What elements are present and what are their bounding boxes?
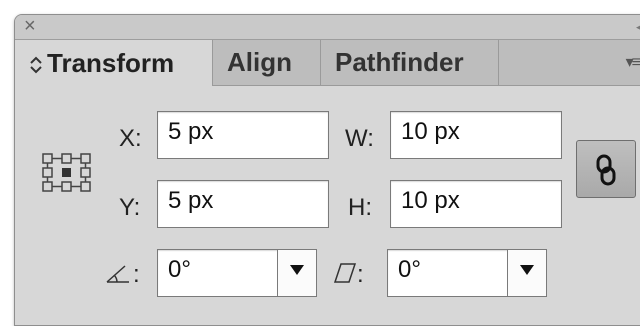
x-label: X:	[119, 125, 142, 152]
up-down-arrows-icon	[29, 52, 43, 74]
chain-link-icon	[596, 154, 616, 186]
close-icon[interactable]: ×	[24, 16, 36, 36]
double-chevron-left-icon[interactable]: ◂◂	[636, 19, 640, 35]
tab-transform[interactable]: Transform	[15, 40, 213, 86]
rotate-value: 0°	[168, 256, 191, 283]
rotate-label: :	[133, 261, 140, 288]
constrain-proportions-button[interactable]	[576, 140, 636, 198]
tab-label: Align	[227, 47, 292, 77]
shear-label: :	[357, 261, 364, 288]
transform-panel: × ◂◂ Transform Align Pathfinder ▾≡	[14, 14, 640, 326]
shear-value: 0°	[398, 256, 421, 283]
tab-align[interactable]: Align	[213, 40, 321, 85]
h-label: H:	[348, 194, 372, 221]
shear-icon	[333, 262, 357, 291]
rotate-angle-select[interactable]: 0°	[157, 249, 317, 297]
w-label: W:	[345, 125, 374, 152]
y-label: Y:	[119, 194, 141, 221]
panel-title-bar[interactable]: × ◂◂	[15, 15, 640, 40]
tab-bar: Transform Align Pathfinder ▾≡	[15, 40, 640, 86]
w-input[interactable]: 10 px	[390, 111, 562, 159]
panel-menu-icon[interactable]: ▾≡	[626, 52, 640, 72]
dropdown-arrow-icon[interactable]	[277, 250, 316, 296]
tab-label: Transform	[47, 47, 175, 78]
dropdown-arrow-icon[interactable]	[507, 250, 546, 296]
x-input[interactable]: 5 px	[157, 111, 329, 159]
shear-angle-select[interactable]: 0°	[387, 249, 547, 297]
tab-label: Pathfinder	[335, 47, 464, 77]
h-input[interactable]: 10 px	[390, 180, 562, 228]
y-input[interactable]: 5 px	[157, 180, 329, 228]
tab-pathfinder[interactable]: Pathfinder	[321, 40, 499, 85]
rotate-angle-icon	[105, 262, 131, 291]
reference-point-locator-icon[interactable]	[41, 152, 93, 199]
